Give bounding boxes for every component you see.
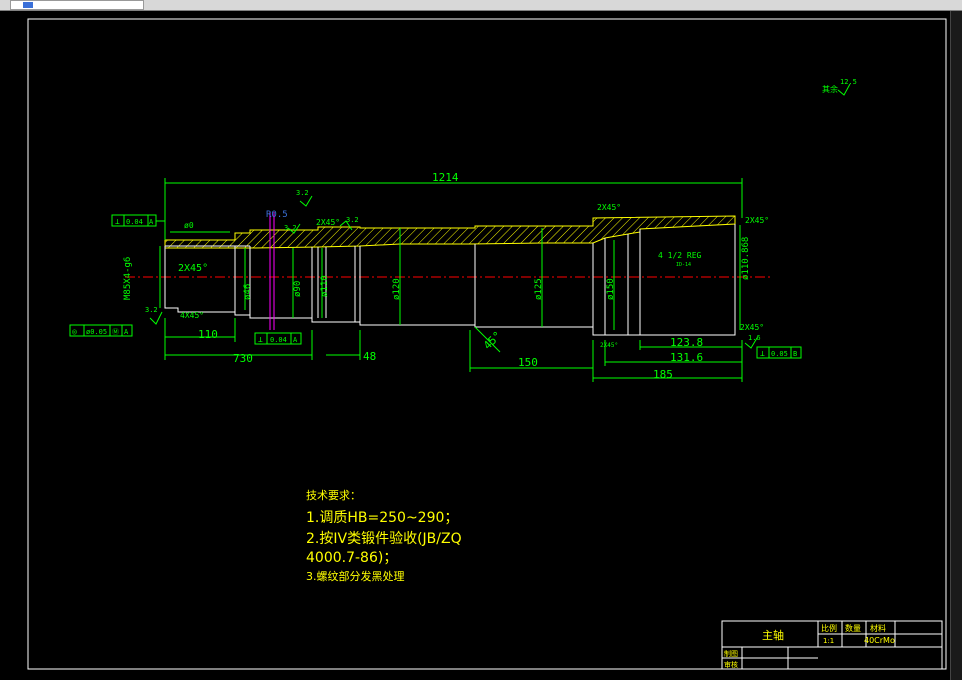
diam-thread-end: ø110.868 (741, 237, 751, 280)
tol-flat-top-sym: ⊥ (115, 217, 120, 226)
title-part-name: 主轴 (762, 628, 784, 642)
rough-3-2-c: 3.2 (145, 306, 158, 314)
requirement-1: 1.调质HB=250~290； (306, 510, 458, 526)
rough-rest-value: 12.5 (840, 78, 857, 86)
tol-flat-top-val: 0.04 (126, 218, 143, 226)
tol-end-datum: B (793, 350, 797, 358)
dim-48: 48 (363, 350, 376, 363)
diam-90: ø90 (293, 281, 303, 297)
title-material-value: 40CrMo (864, 636, 895, 645)
dim-phi0: ø0 (184, 221, 194, 230)
rough-3-2-d: 3.2 (296, 189, 309, 197)
tol-end-val: 0.05 (771, 350, 788, 358)
title-qty-label: 数量 (845, 623, 861, 633)
requirements-title: 技术要求： (306, 489, 361, 502)
chamfer-bottom-mid: 2X45° (600, 342, 618, 349)
tol-end-sym: ⊥ (760, 349, 765, 358)
dim-123-8: 123.8 (670, 336, 703, 349)
title-material-label: 材料 (870, 623, 886, 633)
radius-note: R0.5 (266, 210, 288, 220)
title-scale-value: 1:1 (823, 637, 834, 645)
dim-185: 185 (653, 368, 673, 381)
requirement-2: 2.按IV类锻件验收(JB/ZQ (306, 531, 462, 547)
dim-150: 150 (518, 356, 538, 369)
thread-reg: 4 1/2 REG (658, 251, 702, 260)
chamfer-end-top: 2X45° (745, 216, 769, 225)
diam-150: ø150 (606, 278, 616, 300)
diam-125: ø125 (534, 278, 544, 300)
rough-1-6: 1.6 (748, 334, 761, 342)
rough-rest-label: 其余 (822, 84, 838, 94)
tol-mid-sym: ⊥ (258, 335, 263, 344)
dim-131-6: 131.6 (670, 351, 703, 364)
chamfer-left: 2X45° (178, 263, 208, 274)
diam-120: ø120 (392, 278, 402, 300)
tol-circ-sym: ◎ (72, 327, 77, 336)
chamfer-top-right: 2X45° (597, 203, 621, 212)
dim-overall-length: 1214 (432, 171, 459, 184)
cad-drawing: 1214 730 110 48 150 185 123.8 131.6 ø0 2… (27, 18, 947, 670)
tol-circ-val: ø0.05 (86, 328, 107, 336)
chamfer-end-bottom: 2X45° (740, 323, 764, 332)
dim-110: 110 (198, 328, 218, 341)
title-checked-label: 审核 (724, 660, 738, 669)
tol-circ-datum: A (124, 328, 129, 336)
requirement-3: 3.螺纹部分发黑处理 (306, 569, 405, 583)
tol-flat-top-datum: A (149, 218, 154, 226)
tol-circ-mod: Ⓜ (112, 328, 119, 336)
title-drawn-label: 制图 (724, 649, 738, 658)
title-block: 主轴 比例 1:1 数量 材料 40CrMo 制图 审核 (721, 620, 943, 670)
title-scale-label: 比例 (821, 623, 837, 633)
tol-mid-val: 0.04 (270, 336, 287, 344)
diam-110: ø110 (320, 275, 330, 297)
rough-3-2-a: 3.2 (346, 216, 359, 224)
rough-3-2-b: 3.2 (284, 224, 297, 232)
thread-m85: M85X4-g6 (123, 257, 133, 300)
dim-730: 730 (233, 352, 253, 365)
technical-requirements: 技术要求： 1.调质HB=250~290； 2.按IV类锻件验收(JB/ZQ 4… (306, 489, 462, 583)
diam-46: ø46 (243, 284, 253, 300)
angle-45: 45° (481, 329, 504, 352)
section-hatch (164, 215, 736, 249)
chamfer-mid: 2X45° (316, 218, 340, 227)
tol-mid-datum: A (293, 336, 298, 344)
requirement-2b: 4000.7-86)； (306, 550, 397, 566)
chamfer-left-small: 4X45° (180, 311, 204, 320)
thread-note: ID-14 (676, 262, 691, 268)
